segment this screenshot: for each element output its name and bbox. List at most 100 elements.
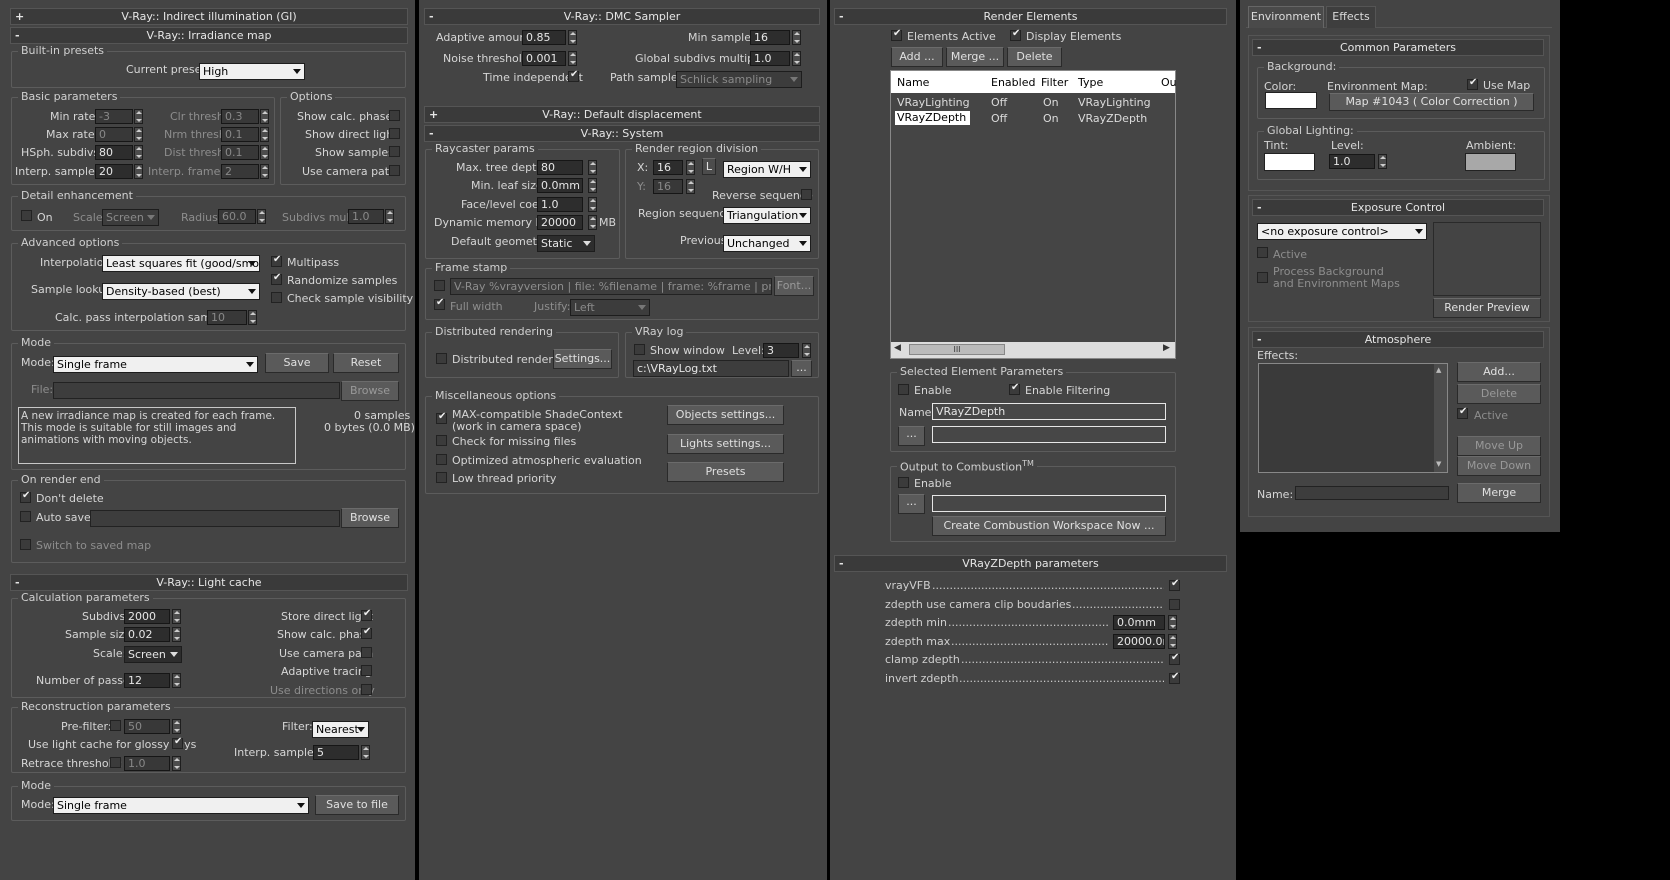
low-thread-priority-checkbox[interactable] <box>436 472 447 483</box>
browse-button[interactable]: Browse <box>341 381 399 401</box>
rollout-gi[interactable]: + V-Ray:: Indirect illumination (GI) <box>10 8 408 25</box>
scroll-left-icon[interactable]: ◀ <box>894 343 901 353</box>
face-level-field[interactable]: 1.0 <box>537 197 583 212</box>
exposure-active-checkbox[interactable] <box>1257 247 1268 258</box>
file-field[interactable] <box>53 382 340 399</box>
clr-thresh-spinner[interactable] <box>260 109 269 124</box>
dist-thresh-field[interactable]: 0.1 <box>221 145 259 160</box>
tint-swatch[interactable] <box>1264 153 1315 171</box>
scroll-right-icon[interactable]: ▶ <box>1163 343 1170 353</box>
save-to-file-button[interactable]: Save to file <box>315 795 399 815</box>
pre-filter-checkbox[interactable] <box>110 720 121 731</box>
dynamic-memory-field[interactable]: 20000 <box>537 215 583 230</box>
column-header-output[interactable]: Ou <box>1161 76 1177 89</box>
min-samples-field[interactable]: 16 <box>750 30 790 45</box>
rollout-default-displacement[interactable]: + V-Ray:: Default displacement <box>424 106 820 123</box>
hsph-subdivs-field[interactable]: 80 <box>95 145 133 160</box>
column-header-enabled[interactable]: Enabled <box>991 76 1035 89</box>
scroll-up-icon[interactable]: ▲ <box>1436 366 1441 374</box>
dist-thresh-spinner[interactable] <box>260 145 269 160</box>
time-independent-checkbox[interactable] <box>568 69 579 82</box>
mode-dropdown[interactable]: Single frame <box>53 356 258 373</box>
zdepth-param-field[interactable]: 0.0mm <box>1113 615 1165 630</box>
global-subdivs-field[interactable]: 1.0 <box>750 51 790 66</box>
elements-active-checkbox[interactable] <box>891 28 902 41</box>
region-y-field[interactable]: 16 <box>653 179 683 194</box>
lc-show-calc-checkbox[interactable] <box>361 626 372 639</box>
element-browse-button[interactable]: ... <box>898 426 925 446</box>
min-leaf-size-field[interactable]: 0.0mm <box>537 178 583 193</box>
region-lock-button[interactable]: L <box>702 158 716 175</box>
rollout-exposure-control[interactable]: - Exposure Control <box>1252 199 1544 216</box>
interp-frames-field[interactable]: 2 <box>221 164 259 179</box>
element-enable-checkbox[interactable] <box>898 384 909 395</box>
justify-dropdown[interactable]: Left <box>570 299 650 316</box>
detail-on-checkbox[interactable] <box>21 210 32 221</box>
auto-save-checkbox[interactable] <box>20 511 31 522</box>
atmosphere-merge-button[interactable]: Merge <box>1457 483 1541 503</box>
font-button[interactable]: Font... <box>774 276 814 296</box>
current-preset-dropdown[interactable]: High <box>199 63 305 80</box>
sample-size-field[interactable]: 0.02 <box>124 627 170 642</box>
objects-settings-button[interactable]: Objects settings... <box>667 405 784 425</box>
atmosphere-delete-button[interactable]: Delete <box>1457 384 1541 404</box>
use-map-checkbox[interactable] <box>1467 77 1478 90</box>
atmosphere-add-button[interactable]: Add... <box>1457 362 1541 382</box>
filter-dropdown[interactable]: Nearest <box>312 721 369 738</box>
display-elements-checkbox[interactable] <box>1010 28 1021 41</box>
combustion-enable-checkbox[interactable] <box>898 477 909 488</box>
lc-interp-samples-field[interactable]: 5 <box>313 745 359 760</box>
use-directions-only-checkbox[interactable] <box>361 684 372 695</box>
switch-saved-map-checkbox[interactable] <box>20 539 31 550</box>
reverse-sequence-checkbox[interactable] <box>801 189 812 200</box>
default-geometry-dropdown[interactable]: Static <box>537 235 595 252</box>
frame-stamp-checkbox[interactable] <box>434 280 445 291</box>
adaptive-amount-spinner[interactable] <box>568 30 577 45</box>
show-direct-light-checkbox[interactable] <box>389 128 400 139</box>
subdivs-mult-field[interactable]: 1.0 <box>348 209 384 224</box>
region-division-dropdown[interactable]: Region W/H <box>723 161 811 178</box>
column-header-filter[interactable]: Filter <box>1041 76 1068 89</box>
randomize-samples-checkbox[interactable] <box>271 272 282 285</box>
retrace-threshold-field[interactable]: 1.0 <box>124 756 170 771</box>
zdepth-param-spinner[interactable] <box>1168 634 1177 649</box>
column-header-type[interactable]: Type <box>1078 76 1103 89</box>
detail-radius-field[interactable]: 60.0 <box>218 209 256 224</box>
number-of-passes-spinner[interactable] <box>172 673 181 688</box>
zdepth-param-spinner[interactable] <box>1168 615 1177 630</box>
optimized-atmospheric-checkbox[interactable] <box>436 454 447 465</box>
min-leaf-size-spinner[interactable] <box>588 178 597 193</box>
element-path-field[interactable] <box>932 426 1166 443</box>
min-rate-spinner[interactable] <box>134 109 143 124</box>
calc-pass-field[interactable]: 10 <box>207 310 247 325</box>
adaptive-tracing-checkbox[interactable] <box>361 665 372 676</box>
zdepth-param-field[interactable]: 20000.0m <box>1113 634 1165 649</box>
auto-save-browse-button[interactable]: Browse <box>341 508 399 528</box>
horizontal-scrollbar[interactable]: ◀ III ▶ <box>891 342 1175 358</box>
effects-list-scrollbar[interactable]: ▲ ▼ <box>1434 364 1447 472</box>
path-sampler-dropdown[interactable]: Schlick sampling <box>676 71 802 88</box>
auto-save-field[interactable] <box>90 510 340 527</box>
zdepth-param-checkbox[interactable] <box>1169 599 1180 610</box>
subdivs-mult-spinner[interactable] <box>385 209 394 224</box>
lights-settings-button[interactable]: Lights settings... <box>667 434 784 454</box>
bg-color-swatch[interactable] <box>1265 92 1317 109</box>
rollout-render-elements[interactable]: - Render Elements <box>834 8 1227 25</box>
sample-size-spinner[interactable] <box>172 627 181 642</box>
retrace-threshold-spinner[interactable] <box>172 756 181 771</box>
rollout-atmosphere[interactable]: - Atmosphere <box>1252 331 1544 348</box>
hsph-subdivs-spinner[interactable] <box>134 145 143 160</box>
tab-environment[interactable]: Environment <box>1248 6 1324 28</box>
table-row[interactable]: VRayLighting Off On VRayLighting <box>891 95 1175 110</box>
rollout-dmc-sampler[interactable]: - V-Ray:: DMC Sampler <box>424 8 820 25</box>
effects-list[interactable] <box>1258 363 1448 473</box>
reset-button[interactable]: Reset <box>333 353 399 373</box>
rollout-irradiance-map[interactable]: - V-Ray:: Irradiance map <box>10 27 408 44</box>
glossy-rays-checkbox[interactable] <box>172 736 183 749</box>
exposure-control-dropdown[interactable]: <no exposure control> <box>1257 223 1427 240</box>
pre-filter-spinner[interactable] <box>172 719 181 734</box>
lc-subdivs-spinner[interactable] <box>172 609 181 624</box>
render-preview-button[interactable]: Render Preview <box>1433 298 1541 318</box>
lc-subdivs-field[interactable]: 2000 <box>124 609 170 624</box>
show-calc-phase-checkbox[interactable] <box>389 110 400 121</box>
